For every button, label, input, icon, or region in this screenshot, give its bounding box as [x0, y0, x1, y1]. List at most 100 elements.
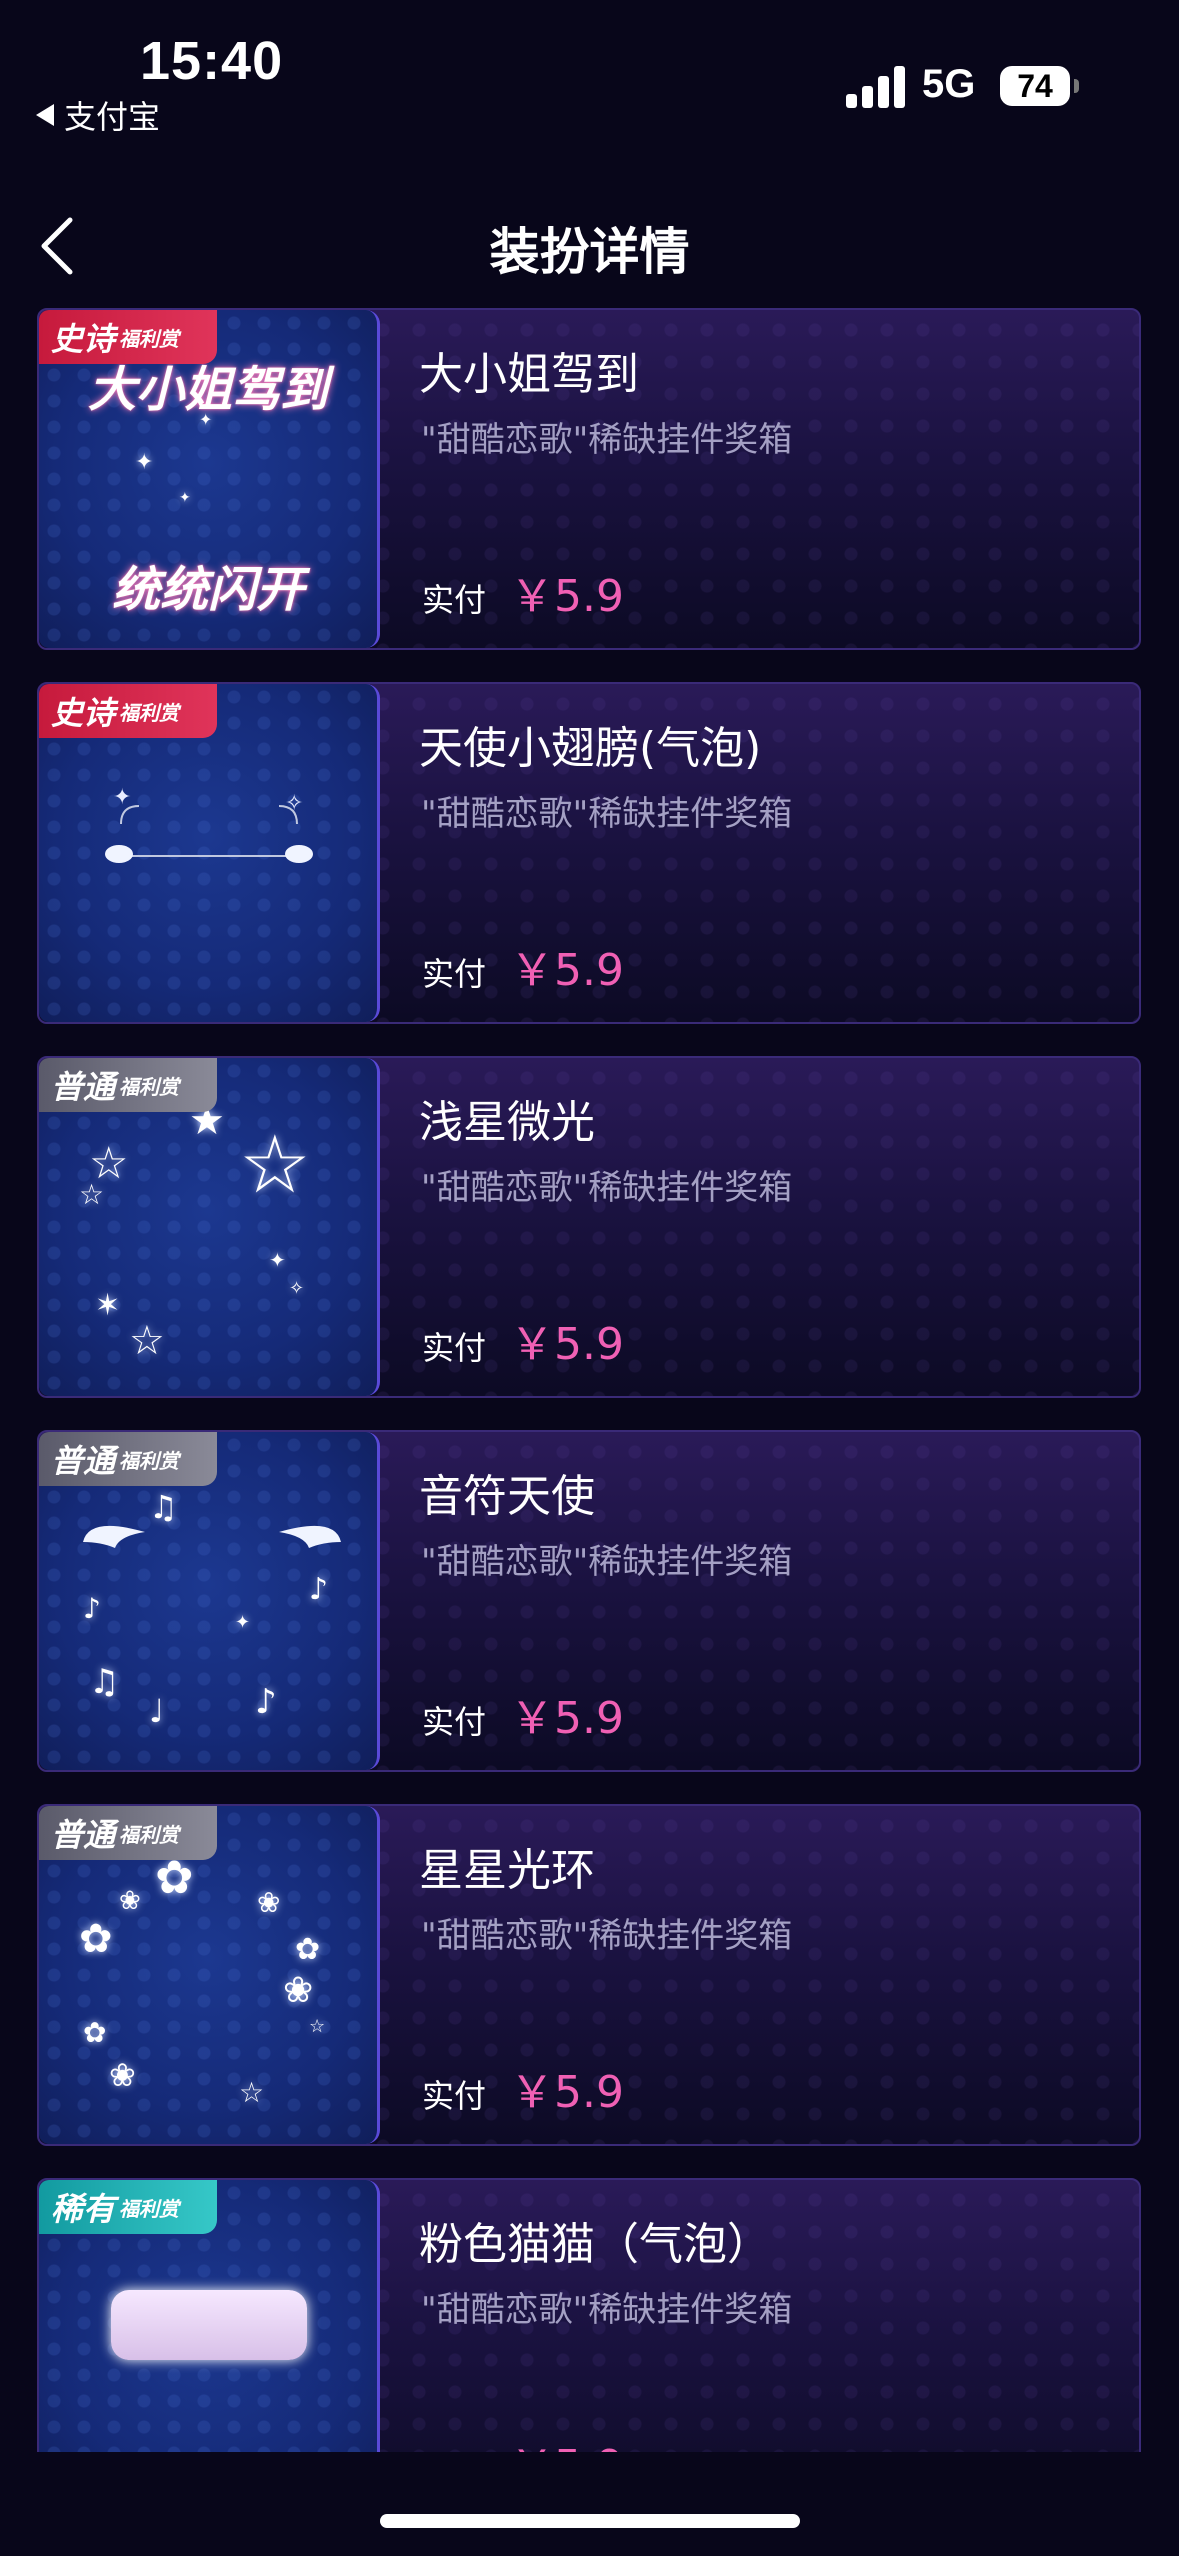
tier-label: 稀有: [51, 2190, 116, 2228]
sparkle-icon: ✦: [135, 450, 154, 475]
tier-label: 史诗: [51, 694, 116, 732]
pay-label: 实付: [422, 581, 487, 619]
flower-icon: ❀: [119, 1886, 141, 1916]
flower-icon: ✿: [295, 1932, 321, 1967]
tier-badge: 普通 福利赏: [39, 1806, 217, 1860]
costume-source: "甜酷恋歌"稀缺挂件奖箱: [421, 1542, 793, 1582]
payment-row: 实付 ￥5.9: [422, 934, 624, 998]
page-title: 装扮详情: [489, 223, 690, 281]
tier-badge: 稀有 福利赏: [39, 2180, 217, 2234]
costume-name: 浅星微光: [419, 1097, 595, 1148]
costume-thumbnail: 史诗 福利赏 ✦ ✧: [39, 684, 380, 1022]
battery-icon: 74: [1000, 66, 1079, 106]
costume-card[interactable]: 普通 福利赏 ♫ ♪ ♪ ♫ ♩ ♪ ✦ 音符天使 "甜酷恋歌"稀缺挂件奖箱 实…: [37, 1430, 1141, 1772]
costume-source: "甜酷恋歌"稀缺挂件奖箱: [421, 420, 793, 460]
star-icon: ☆: [79, 1178, 105, 1211]
costume-card[interactable]: 普通 福利赏 ☆ ☆ ★ ☆ ✦ ✧ ✶ ☆ 浅星微光 "甜酷恋歌"稀缺挂件奖箱…: [37, 1056, 1141, 1398]
back-app-label: 支付宝: [64, 98, 161, 136]
star-icon: ☆: [239, 2076, 265, 2109]
costume-source: "甜酷恋歌"稀缺挂件奖箱: [421, 2290, 793, 2330]
price: ￥5.9: [510, 571, 624, 622]
sparkle-icon: ✦: [269, 1248, 286, 1272]
pay-label: 实付: [422, 2077, 487, 2115]
costume-name: 天使小翅膀(气泡): [419, 723, 762, 774]
music-note-icon: ♫: [149, 1488, 178, 1526]
costume-card[interactable]: 普通 福利赏 ✿ ❀ ✿ ❀ ✿ ❀ ✿ ❀ ☆ ☆ 星星光环 "甜酷恋歌"稀缺…: [37, 1804, 1141, 2146]
sparkle-icon: ✦: [235, 1612, 251, 1633]
costume-source: "甜酷恋歌"稀缺挂件奖箱: [421, 794, 793, 834]
pay-label: 实付: [422, 955, 487, 993]
music-note-icon: ♩: [149, 1692, 165, 1730]
sparkle-icon: ✦: [199, 410, 213, 429]
music-note-icon: ♫: [89, 1662, 120, 1702]
costume-source: "甜酷恋歌"稀缺挂件奖箱: [421, 1916, 793, 1956]
cellular-signal-icon: [846, 66, 908, 108]
tier-badge: 普通 福利赏: [39, 1058, 217, 1112]
wing-icon: [279, 1525, 341, 1548]
costume-name: 大小姐驾到: [419, 349, 639, 400]
star-icon: ☆: [309, 2016, 326, 2037]
tier-sub-label: 福利赏: [119, 326, 180, 351]
costume-name: 音符天使: [419, 1471, 595, 1522]
payment-row: 实付 ￥5.9: [422, 1308, 624, 1372]
svg-text:✧: ✧: [285, 791, 303, 816]
flower-icon: ❀: [109, 2056, 136, 2094]
status-bar: 15:40 支付宝 5G 74: [0, 0, 1179, 140]
sparkle-icon: ✧: [289, 1278, 305, 1299]
network-type: 5G: [922, 62, 976, 106]
price: ￥5.9: [510, 1693, 624, 1744]
bottom-safe-area: [0, 2452, 1179, 2556]
back-to-app-link[interactable]: 支付宝: [36, 92, 160, 138]
costume-thumbnail: 普通 福利赏 ✿ ❀ ✿ ❀ ✿ ❀ ✿ ❀ ☆ ☆: [39, 1806, 380, 2144]
payment-row: 实付 ￥5.9: [422, 2056, 624, 2120]
payment-row: 实付 ￥5.9: [422, 1682, 624, 1746]
angel-wings-frame-icon: ✦ ✧: [105, 785, 313, 863]
price: ￥5.9: [510, 1319, 624, 1370]
flower-icon: ✿: [83, 2016, 107, 2049]
music-note-icon: ♪: [309, 1572, 329, 1607]
costume-thumbnail: 普通 福利赏 ☆ ☆ ★ ☆ ✦ ✧ ✶ ☆: [39, 1058, 380, 1396]
price: ￥5.9: [510, 2067, 624, 2118]
music-note-icon: ♪: [83, 1592, 101, 1625]
price: ￥5.9: [510, 945, 624, 996]
costume-name: 粉色猫猫（气泡）: [419, 2219, 771, 2270]
costume-thumbnail: 史诗 福利赏 大小姐驾到 ✦ ✦ ✦ 统统闪开: [39, 310, 380, 648]
costume-name: 星星光环: [419, 1845, 595, 1896]
costume-list: 史诗 福利赏 大小姐驾到 ✦ ✦ ✦ 统统闪开 大小姐驾到 "甜酷恋歌"稀缺挂件…: [37, 308, 1141, 2552]
tier-label: 普通: [51, 1068, 116, 1106]
flower-icon: ❀: [283, 1970, 314, 2011]
thumb-caption-bottom: 统统闪开: [111, 562, 304, 618]
back-triangle-icon: [36, 104, 54, 126]
pink-cat-bubble-icon: [111, 2290, 307, 2360]
music-note-icon: ♪: [255, 1682, 277, 1722]
costume-card[interactable]: 史诗 福利赏 大小姐驾到 ✦ ✦ ✦ 统统闪开 大小姐驾到 "甜酷恋歌"稀缺挂件…: [37, 308, 1141, 650]
costume-card[interactable]: 史诗 福利赏 ✦ ✧ 天使小翅膀(气泡) "甜酷恋歌"稀缺挂件奖箱 实付 ￥5.…: [37, 682, 1141, 1024]
tier-sub-label: 福利赏: [119, 2196, 180, 2221]
costume-source: "甜酷恋歌"稀缺挂件奖箱: [421, 1168, 793, 1208]
wing-icon: [83, 1525, 145, 1548]
home-indicator[interactable]: [380, 2514, 800, 2528]
tier-sub-label: 福利赏: [119, 1074, 180, 1099]
star-icon: ☆: [129, 1318, 165, 1364]
tier-badge: 史诗 福利赏: [39, 684, 217, 738]
tier-sub-label: 福利赏: [119, 1448, 180, 1473]
tier-badge: 普通 福利赏: [39, 1432, 217, 1486]
flower-icon: ❀: [257, 1886, 281, 1919]
svg-text:✦: ✦: [113, 785, 131, 810]
tier-label: 史诗: [51, 320, 116, 358]
battery-level: 74: [1017, 67, 1053, 104]
flower-icon: ✿: [79, 1916, 113, 1962]
payment-row: 实付 ￥5.9: [422, 560, 624, 624]
tier-label: 普通: [51, 1442, 116, 1480]
costume-thumbnail: 普通 福利赏 ♫ ♪ ♪ ♫ ♩ ♪ ✦: [39, 1432, 380, 1770]
pay-label: 实付: [422, 1329, 487, 1367]
star-icon: ✶: [95, 1288, 121, 1323]
tier-sub-label: 福利赏: [119, 700, 180, 725]
tier-label: 普通: [51, 1816, 116, 1854]
tier-badge: 史诗 福利赏: [39, 310, 217, 364]
pay-label: 实付: [422, 1703, 487, 1741]
navigation-bar: 装扮详情: [0, 200, 1179, 290]
status-time: 15:40: [140, 31, 284, 91]
tier-sub-label: 福利赏: [119, 1822, 180, 1847]
star-icon: ☆: [239, 1118, 311, 1211]
